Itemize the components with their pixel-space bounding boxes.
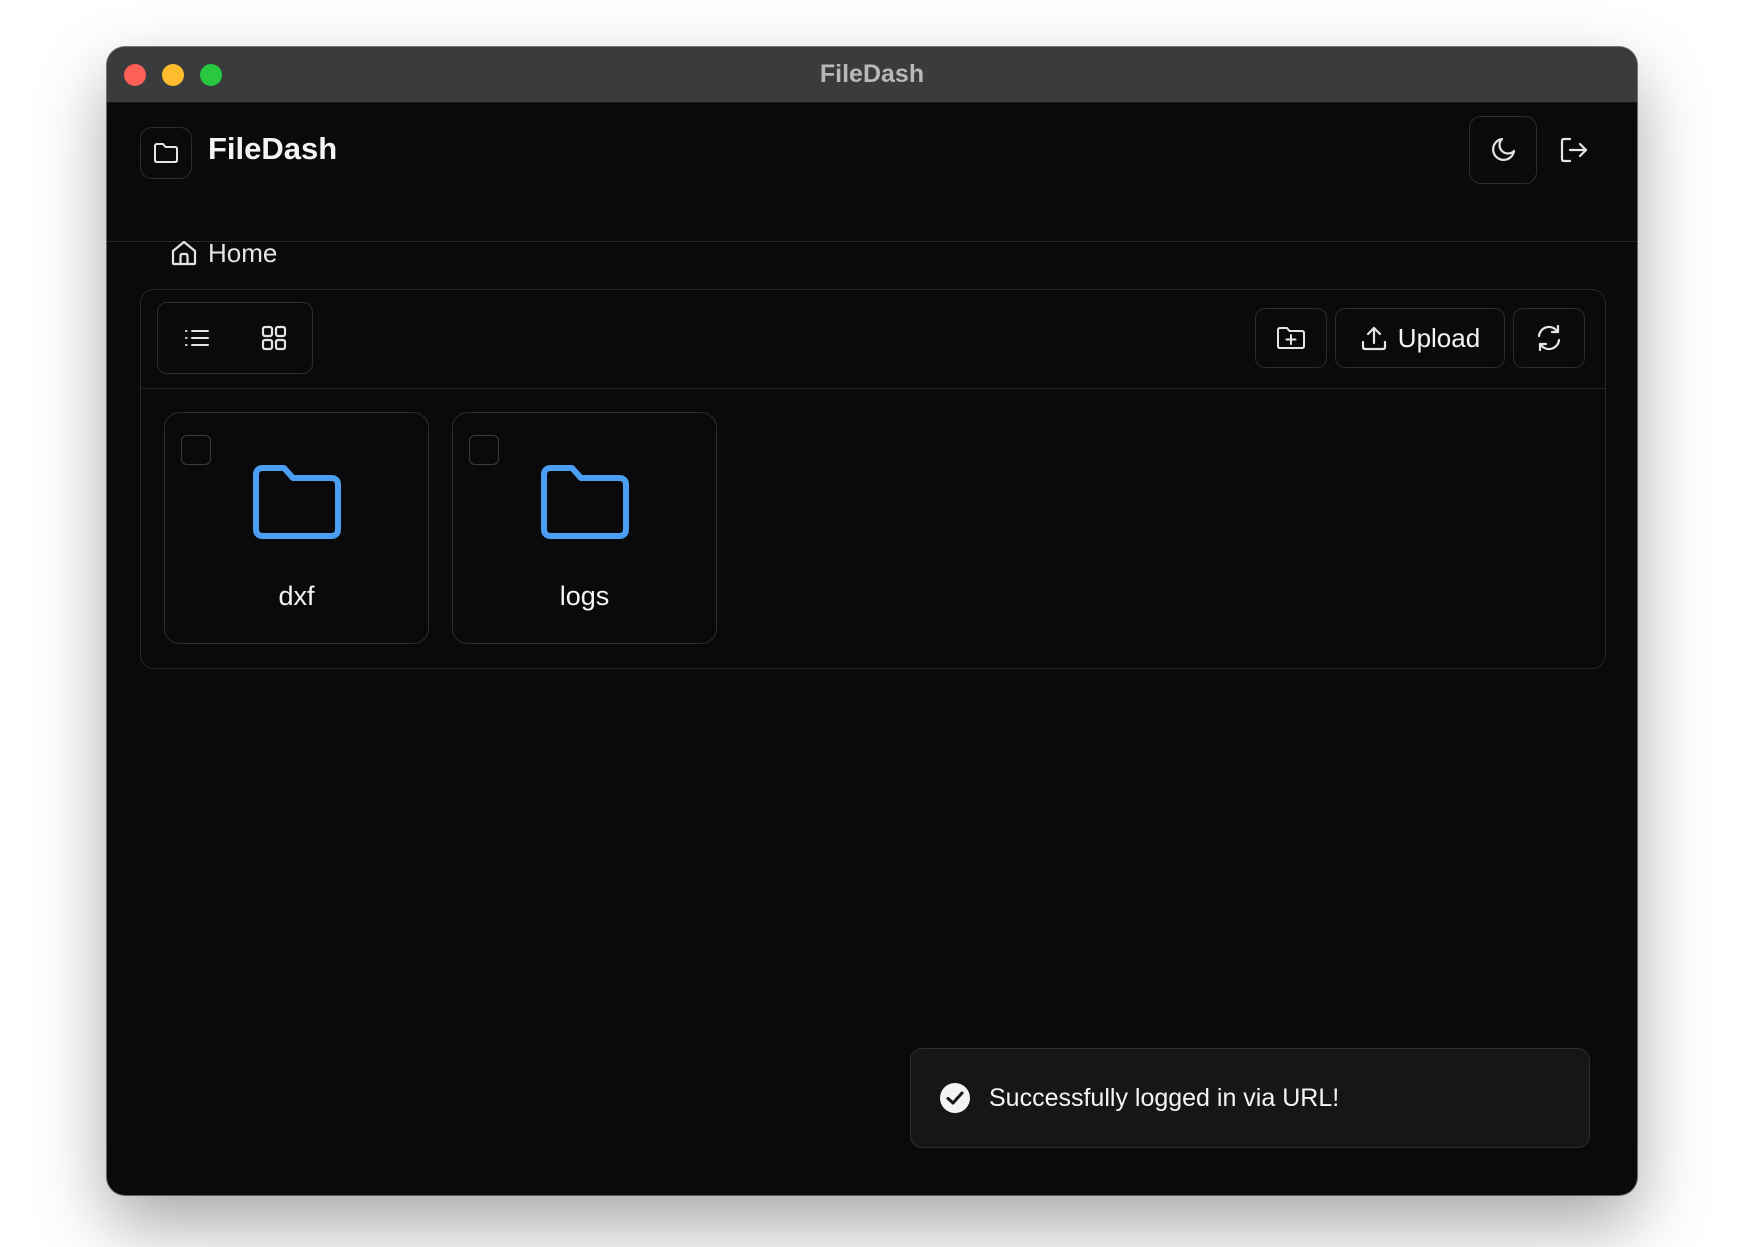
folder-name: dxf — [278, 581, 315, 611]
new-folder-button[interactable] — [1255, 308, 1327, 368]
folder-card[interactable]: dxf — [164, 412, 429, 644]
file-browser-panel: Upload dxf logs — [140, 289, 1606, 669]
folder-name: logs — [559, 581, 610, 611]
logout-icon — [1559, 136, 1589, 164]
toast-message: Successfully logged in via URL! — [989, 1083, 1340, 1112]
app-window: FileDash FileDash Home Upload dxf logs S… — [107, 47, 1637, 1195]
home-icon — [170, 239, 198, 267]
folder-card[interactable]: logs — [452, 412, 717, 644]
select-checkbox[interactable] — [181, 435, 211, 465]
select-checkbox[interactable] — [469, 435, 499, 465]
folder-plus-icon — [1276, 325, 1306, 351]
grid-view-button[interactable] — [249, 313, 299, 363]
app-header: FileDash — [107, 103, 1637, 242]
app-name: FileDash — [208, 131, 338, 166]
moon-icon — [1489, 136, 1517, 164]
grid-icon — [260, 324, 288, 352]
view-mode-toggle — [157, 302, 313, 374]
folder-icon — [251, 463, 343, 543]
theme-toggle-button[interactable] — [1469, 116, 1537, 184]
folder-icon — [539, 463, 631, 543]
folder-icon — [153, 142, 179, 164]
list-view-button[interactable] — [172, 313, 222, 363]
refresh-icon — [1534, 323, 1564, 353]
refresh-button[interactable] — [1513, 308, 1585, 368]
upload-icon — [1360, 324, 1388, 352]
list-icon — [183, 326, 211, 350]
logout-button[interactable] — [1547, 116, 1601, 184]
toolbar: Upload — [141, 290, 1605, 389]
upload-button[interactable]: Upload — [1335, 308, 1505, 368]
toast-notification: Successfully logged in via URL! — [910, 1048, 1590, 1148]
app-logo — [140, 127, 192, 179]
title-bar: FileDash — [107, 47, 1637, 103]
breadcrumb: Home — [170, 233, 277, 273]
upload-label: Upload — [1397, 322, 1481, 353]
breadcrumb-item-home[interactable]: Home — [208, 238, 277, 269]
window-title: FileDash — [819, 60, 925, 88]
check-circle-icon — [939, 1082, 971, 1114]
